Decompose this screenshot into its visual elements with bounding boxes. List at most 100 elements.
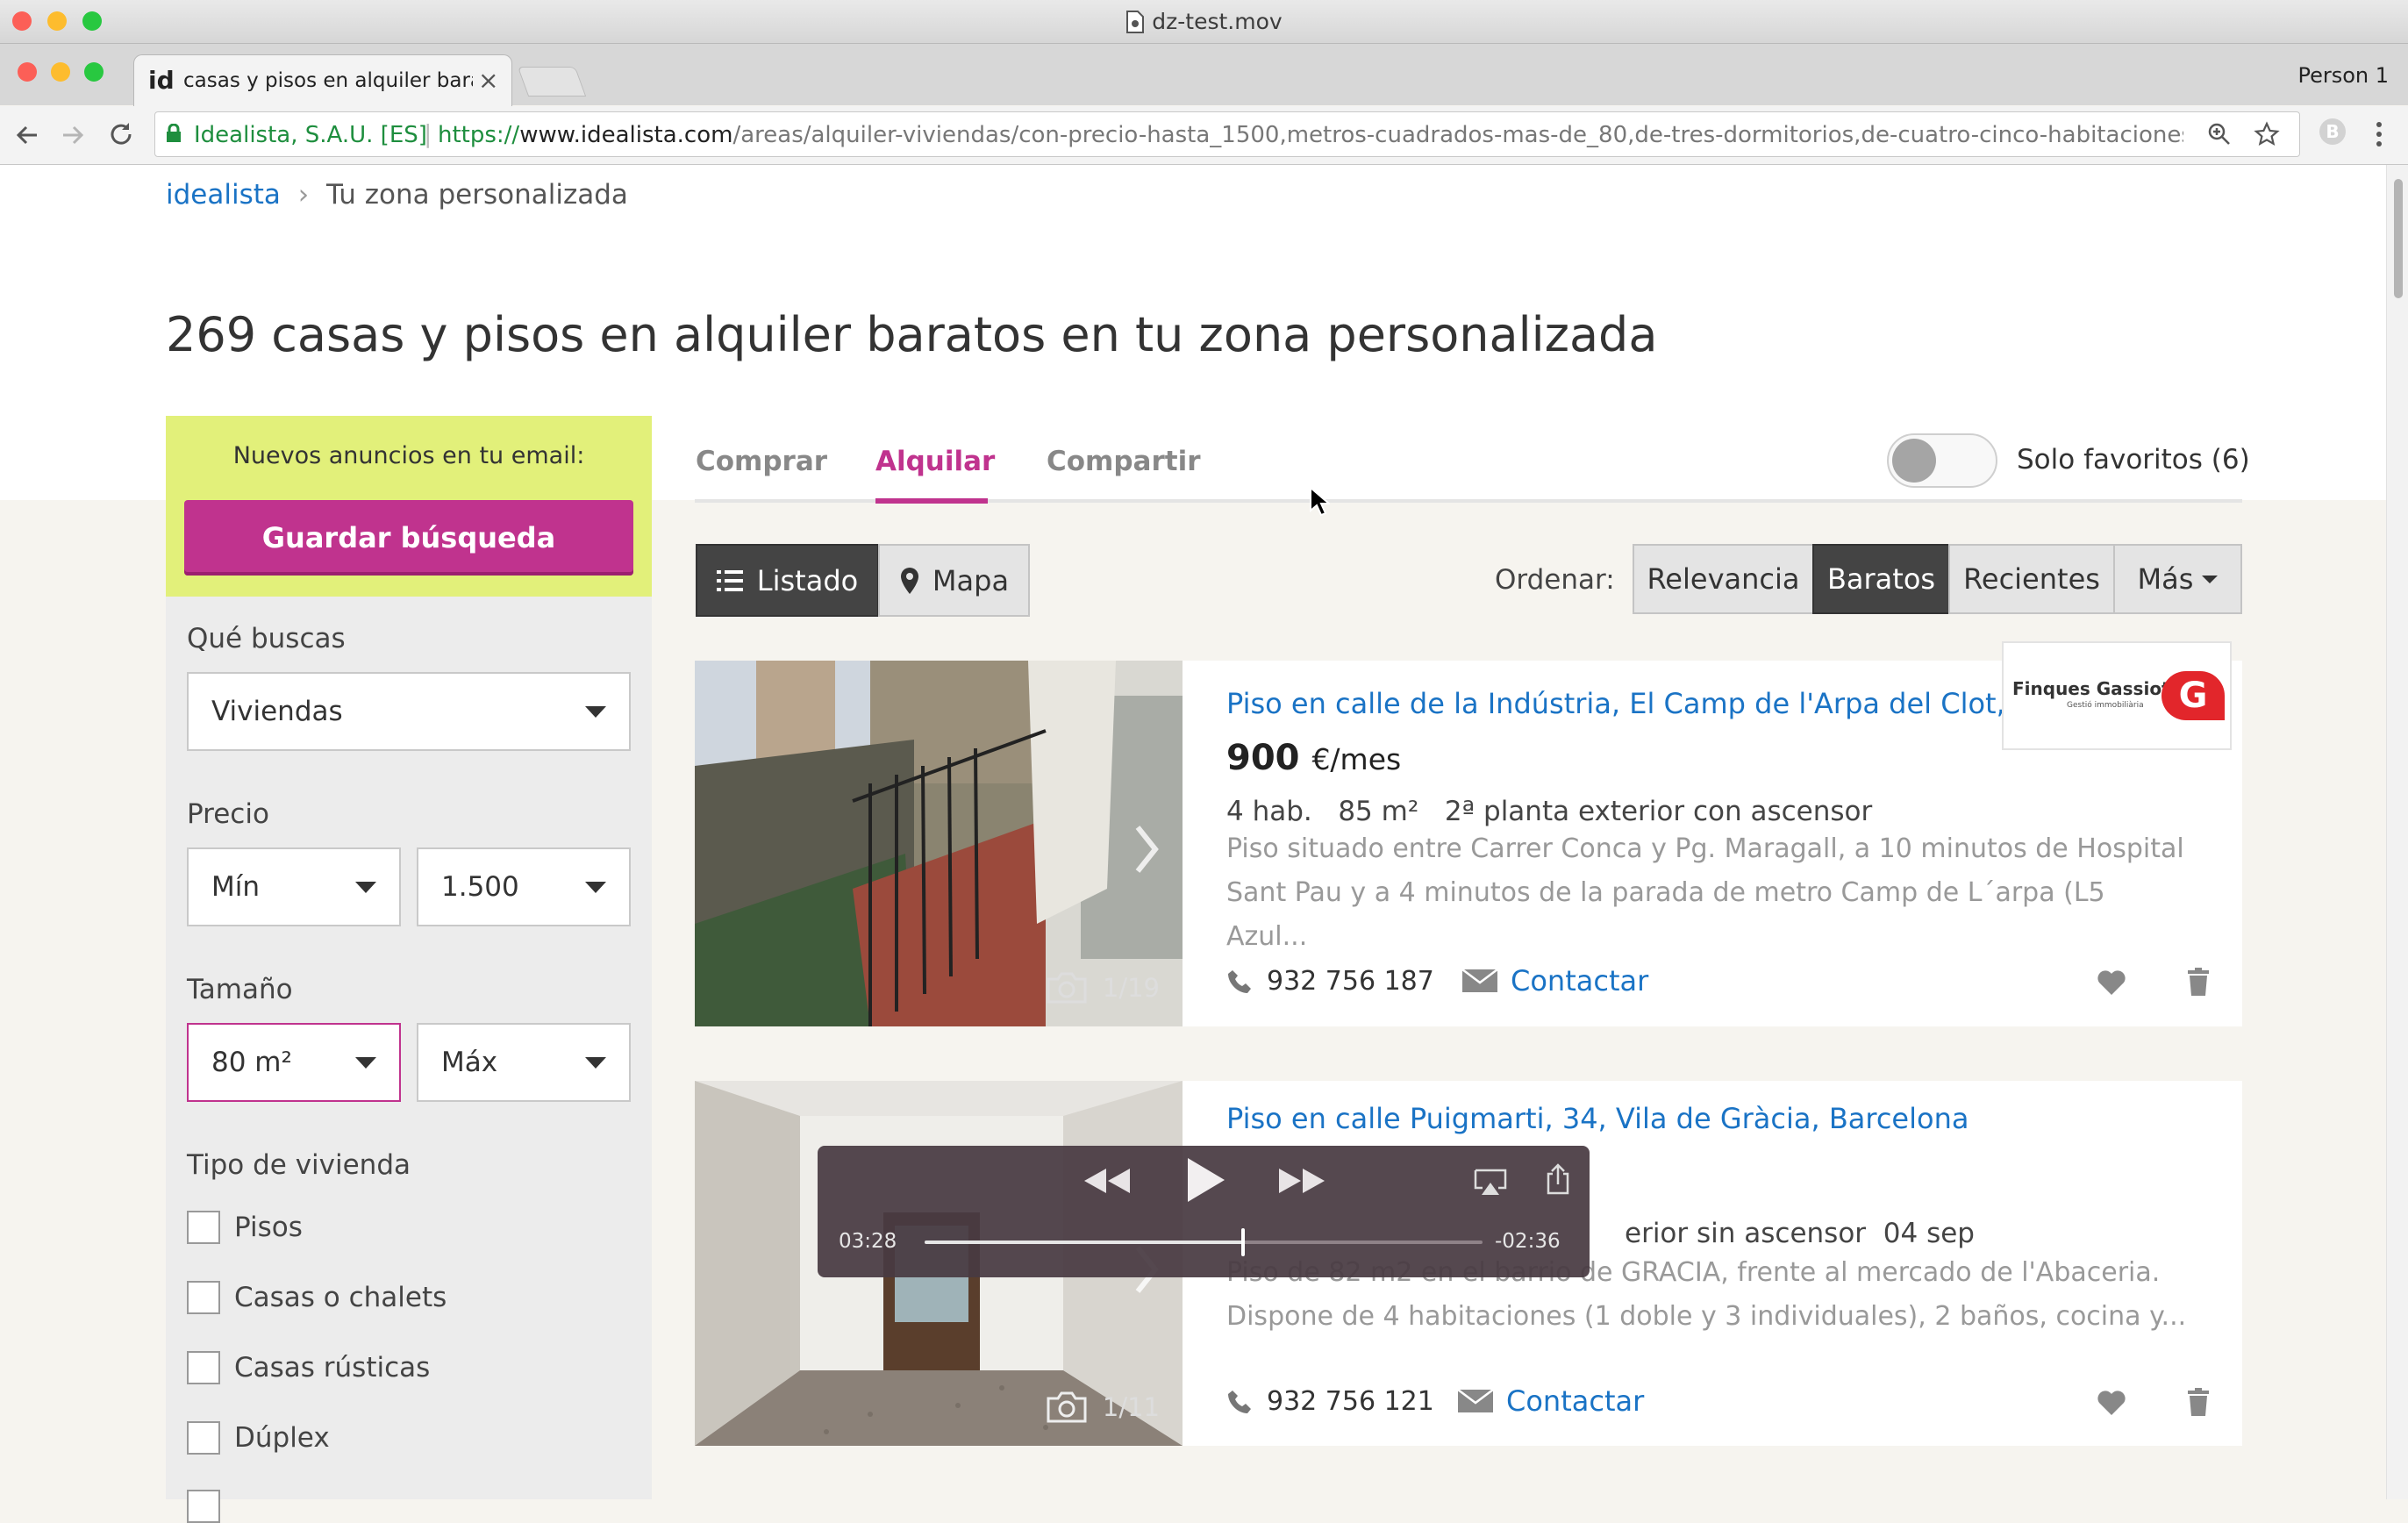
price-label: Precio (187, 798, 269, 830)
tab-comprar[interactable]: Comprar (696, 446, 827, 477)
listing-title-link[interactable]: Piso en calle Puigmarti, 34, Vila de Grà… (1226, 1102, 1969, 1135)
floor: erior sin ascensor (1625, 1218, 1867, 1249)
sort-label: Ordenar: (1495, 564, 1615, 596)
camera-icon (1047, 972, 1087, 1004)
contact-label: Contactar (1506, 1384, 1645, 1418)
type-select[interactable]: Viviendas (187, 672, 631, 751)
heart-icon[interactable] (2097, 1390, 2126, 1416)
photo-count: 1/11 (1102, 1392, 1160, 1422)
new-tab-button[interactable] (517, 67, 587, 97)
breadcrumb: idealista › Tu zona personalizada (166, 179, 628, 211)
description-line: Dispone de 4 habitaciones (1 doble y 3 i… (1226, 1301, 2187, 1332)
heart-icon[interactable] (2097, 969, 2126, 996)
trash-icon[interactable] (2188, 968, 2209, 996)
agency-logo-mark: G (2161, 671, 2225, 720)
share-icon[interactable] (1546, 1163, 1570, 1195)
sort-option-label: Recientes (1963, 562, 2100, 596)
scrubber-playhead[interactable] (1240, 1228, 1245, 1256)
scrubber-track[interactable] (925, 1228, 1483, 1256)
fast-forward-icon[interactable] (1277, 1165, 1326, 1197)
caret-down-icon (2202, 575, 2219, 583)
forward-icon[interactable] (60, 122, 86, 148)
extension-icon[interactable]: B (2319, 118, 2346, 145)
mouse-cursor-icon (1310, 486, 1330, 517)
size-min-select[interactable]: 80 m² (187, 1023, 401, 1102)
tab-compartir[interactable]: Compartir (1047, 446, 1200, 477)
checkbox-pisos[interactable]: Pisos (187, 1211, 303, 1244)
list-view-label: Listado (756, 563, 859, 597)
url-text: https://www.idealista.com/areas/alquiler… (438, 122, 2183, 148)
listing-phone[interactable]: 932 756 187 (1226, 966, 1434, 997)
toggle-knob (1892, 439, 1936, 483)
bookmark-star-icon[interactable] (2254, 121, 2280, 147)
camera-icon (1047, 1391, 1087, 1423)
checkbox-casas-rusticas[interactable]: Casas rústicas (187, 1351, 430, 1384)
menu-dots-icon[interactable] (2372, 120, 2386, 148)
tab-close-icon[interactable]: × (478, 66, 498, 95)
back-icon[interactable] (14, 122, 40, 148)
envelope-icon (1461, 969, 1498, 992)
checkbox-label: Casas rústicas (234, 1352, 431, 1384)
profile-button[interactable]: Person 1 (2297, 63, 2389, 88)
save-search-button[interactable]: Guardar búsqueda (184, 500, 633, 576)
listing-phone[interactable]: 932 756 121 (1226, 1386, 1434, 1417)
price-value: 900 (1226, 738, 1300, 778)
breadcrumb-current: Tu zona personalizada (326, 179, 628, 211)
idealista-favicon: i̇d (148, 66, 175, 95)
chevron-down-icon (355, 882, 376, 893)
sort-recientes-button[interactable]: Recientes (1948, 544, 2115, 614)
address-bar[interactable]: Idealista, S.A.U. [ES] | https://www.ide… (154, 111, 2300, 157)
price-max-select[interactable]: 1.500 (417, 847, 631, 926)
browser-zoom-button[interactable] (84, 62, 104, 82)
filters-panel: Qué buscas Viviendas Precio Mín 1.500 Ta… (166, 597, 652, 1523)
envelope-icon (1457, 1389, 1494, 1412)
map-view-label: Mapa (932, 563, 1010, 597)
checkbox-casas-chalets[interactable]: Casas o chalets (187, 1281, 447, 1314)
browser-toolbar: Idealista, S.A.U. [ES] | https://www.ide… (0, 106, 2408, 165)
play-icon[interactable] (1184, 1156, 1226, 1204)
airplay-icon[interactable] (1474, 1169, 1507, 1197)
breadcrumb-home-link[interactable]: idealista (166, 179, 281, 211)
reload-icon[interactable] (107, 120, 135, 148)
sort-mas-dropdown[interactable]: Más (2113, 544, 2242, 614)
scrollbar-track[interactable] (2386, 165, 2408, 1499)
sort-relevancia-button[interactable]: Relevancia (1633, 544, 1814, 614)
scrollbar-thumb[interactable] (2394, 179, 2403, 298)
checkbox-box[interactable] (187, 1211, 220, 1244)
size-max-select[interactable]: Máx (417, 1023, 631, 1102)
checkbox-duplex[interactable]: Dúplex (187, 1421, 330, 1455)
price-min-select[interactable]: Mín (187, 847, 401, 926)
favorites-toggle[interactable] (1887, 433, 1997, 488)
agency-subtitle: Gestió immobiliària (2067, 701, 2144, 710)
list-view-button[interactable]: Listado (696, 544, 879, 617)
checkbox-next-partial[interactable] (187, 1490, 220, 1523)
checkbox-box[interactable] (187, 1281, 220, 1314)
checkbox-box[interactable] (187, 1421, 220, 1455)
browser-minimize-button[interactable] (51, 62, 70, 82)
listing-details: 4 hab. 85 m² 2ª planta exterior con asce… (1226, 796, 1872, 827)
window-title: dz-test.mov (0, 9, 2408, 34)
sort-option-label: Baratos (1826, 562, 1936, 596)
listing-title-link[interactable]: Piso en calle de la Indústria, El Camp d… (1226, 687, 2040, 720)
contact-label: Contactar (1511, 964, 1649, 997)
zoom-icon[interactable] (2208, 123, 2231, 146)
contact-link[interactable]: Contactar (1457, 1384, 1644, 1418)
listing-photo[interactable]: 1/19 (695, 661, 1183, 1026)
browser-tab-active[interactable]: i̇d casas y pisos en alquiler barat × (133, 54, 512, 106)
tab-alquilar[interactable]: Alquilar (875, 446, 995, 477)
rewind-icon[interactable] (1083, 1165, 1132, 1197)
chevron-down-icon (355, 1057, 376, 1069)
contact-link[interactable]: Contactar (1461, 964, 1648, 997)
floor: 2ª planta exterior con ascensor (1444, 796, 1873, 827)
phone-number: 932 756 121 (1267, 1386, 1434, 1417)
sort-baratos-button[interactable]: Baratos (1812, 544, 1950, 614)
agency-logo[interactable]: Finques Gassiot Gestió immobiliària G (2002, 641, 2232, 750)
checkbox-box[interactable] (187, 1351, 220, 1384)
map-view-button[interactable]: Mapa (878, 544, 1030, 617)
browser-close-button[interactable] (18, 62, 37, 82)
listing-card[interactable]: 1/19 Piso en calle de la Indústria, El C… (695, 641, 2242, 1026)
photo-count: 1/19 (1102, 973, 1160, 1003)
map-pin-icon (900, 567, 918, 594)
type-label: Qué buscas (187, 623, 346, 654)
trash-icon[interactable] (2188, 1388, 2209, 1416)
